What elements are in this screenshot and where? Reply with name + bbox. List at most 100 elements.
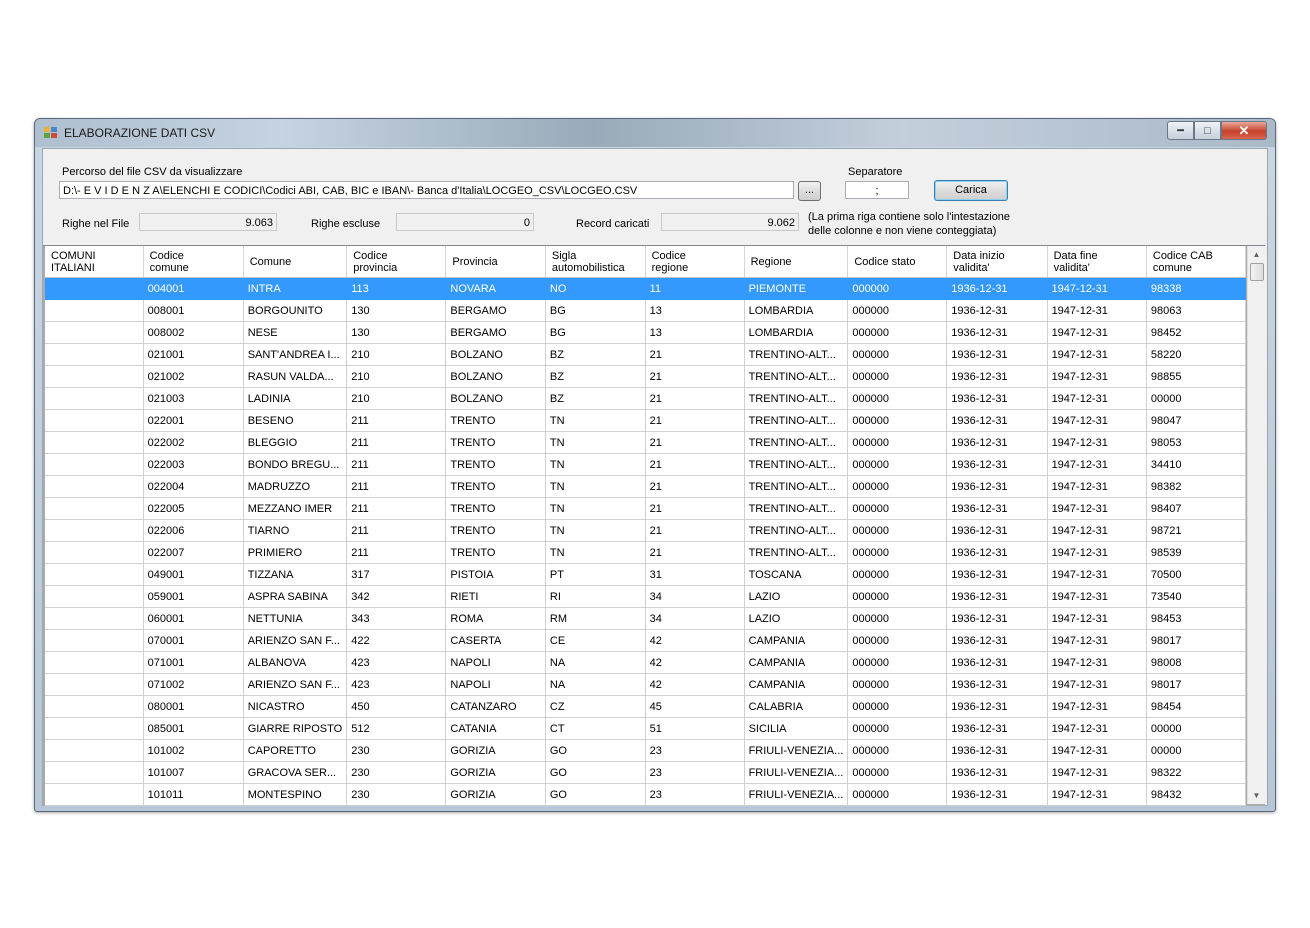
row-header[interactable]: [45, 541, 144, 564]
vertical-scrollbar[interactable]: ▲ ▼: [1247, 246, 1265, 804]
table-cell[interactable]: ARIENZO SAN F...: [243, 629, 348, 652]
row-header[interactable]: [45, 299, 144, 322]
table-cell[interactable]: 000000: [847, 695, 948, 718]
table-cell[interactable]: GORIZIA: [445, 761, 546, 784]
table-cell[interactable]: 1936-12-31: [946, 387, 1048, 410]
table-cell[interactable]: 98338: [1146, 277, 1246, 300]
table-cell[interactable]: 1936-12-31: [946, 585, 1048, 608]
table-cell[interactable]: 1947-12-31: [1047, 519, 1147, 542]
table-cell[interactable]: GORIZIA: [445, 783, 546, 806]
table-cell[interactable]: 000000: [847, 783, 948, 806]
table-cell[interactable]: 000000: [847, 761, 948, 784]
table-cell[interactable]: BZ: [545, 387, 646, 410]
table-cell[interactable]: 1936-12-31: [946, 761, 1048, 784]
column-header[interactable]: Data fine validita': [1047, 246, 1147, 278]
table-cell[interactable]: TN: [545, 497, 646, 520]
table-row[interactable]: 071002 ARIENZO SAN F... 423 NAPOLI NA 42 CAMPA…: [45, 673, 1246, 696]
table-cell[interactable]: 000000: [847, 343, 948, 366]
table-cell[interactable]: 73540: [1146, 585, 1246, 608]
table-cell[interactable]: TN: [545, 453, 646, 476]
column-header[interactable]: Provincia: [445, 246, 546, 278]
table-cell[interactable]: 98017: [1146, 673, 1246, 696]
table-cell[interactable]: NAPOLI: [445, 673, 546, 696]
table-cell[interactable]: 1936-12-31: [946, 277, 1048, 300]
table-cell[interactable]: 1936-12-31: [946, 321, 1048, 344]
table-cell[interactable]: BOLZANO: [445, 365, 546, 388]
table-cell[interactable]: 022006: [143, 519, 244, 542]
table-cell[interactable]: TRENTINO-ALT...: [744, 519, 849, 542]
table-cell[interactable]: 98855: [1146, 365, 1246, 388]
table-row[interactable]: 071001 ALBANOVA 423 NAPOLI NA 42 CAMPANIA 00000…: [45, 651, 1246, 674]
table-cell[interactable]: RI: [545, 585, 646, 608]
table-cell[interactable]: 00000: [1146, 717, 1246, 740]
table-cell[interactable]: TN: [545, 409, 646, 432]
table-cell[interactable]: 1947-12-31: [1047, 585, 1147, 608]
table-row[interactable]: 070001 ARIENZO SAN F... 422 CASERTA CE 42 CAMP…: [45, 629, 1246, 652]
table-cell[interactable]: BZ: [545, 365, 646, 388]
table-cell[interactable]: 021002: [143, 365, 244, 388]
column-header[interactable]: Sigla automobilistica: [545, 246, 646, 278]
table-cell[interactable]: 211: [346, 541, 447, 564]
column-header[interactable]: Codice CAB comune: [1146, 246, 1246, 278]
table-cell[interactable]: 21: [645, 409, 745, 432]
table-cell[interactable]: TRENTO: [445, 431, 546, 454]
table-cell[interactable]: 98322: [1146, 761, 1246, 784]
table-cell[interactable]: 000000: [847, 585, 948, 608]
column-header[interactable]: Regione: [744, 246, 849, 278]
table-cell[interactable]: 45: [645, 695, 745, 718]
table-cell[interactable]: 071001: [143, 651, 244, 674]
table-cell[interactable]: CAPORETTO: [243, 739, 348, 762]
table-cell[interactable]: 98539: [1146, 541, 1246, 564]
table-cell[interactable]: 00000: [1146, 387, 1246, 410]
table-cell[interactable]: 98053: [1146, 431, 1246, 454]
table-cell[interactable]: INTRA: [243, 277, 348, 300]
table-row[interactable]: 022005 MEZZANO IMER 211 TRENTO TN 21 TRENTINO-…: [45, 497, 1246, 520]
table-cell[interactable]: BG: [545, 299, 646, 322]
table-cell[interactable]: 1936-12-31: [946, 299, 1048, 322]
table-cell[interactable]: TRENTINO-ALT...: [744, 343, 849, 366]
row-header[interactable]: [45, 497, 144, 520]
table-cell[interactable]: 11: [645, 277, 745, 300]
table-cell[interactable]: BORGOUNITO: [243, 299, 348, 322]
table-cell[interactable]: BONDO BREGU...: [243, 453, 348, 476]
table-cell[interactable]: 101007: [143, 761, 244, 784]
table-cell[interactable]: 21: [645, 497, 745, 520]
table-cell[interactable]: TN: [545, 431, 646, 454]
row-header[interactable]: [45, 343, 144, 366]
table-cell[interactable]: 21: [645, 453, 745, 476]
table-cell[interactable]: SANT'ANDREA I...: [243, 343, 348, 366]
table-cell[interactable]: 101002: [143, 739, 244, 762]
table-cell[interactable]: LOMBARDIA: [744, 321, 849, 344]
table-cell[interactable]: 000000: [847, 387, 948, 410]
table-cell[interactable]: GRACOVA SER...: [243, 761, 348, 784]
table-cell[interactable]: 1947-12-31: [1047, 541, 1147, 564]
column-header[interactable]: Codice comune: [143, 246, 244, 278]
table-cell[interactable]: 000000: [847, 651, 948, 674]
separator-input[interactable]: ;: [845, 181, 909, 199]
table-cell[interactable]: TRENTO: [445, 497, 546, 520]
table-cell[interactable]: TIZZANA: [243, 563, 348, 586]
table-cell[interactable]: RIETI: [445, 585, 546, 608]
table-cell[interactable]: 1936-12-31: [946, 409, 1048, 432]
table-cell[interactable]: 049001: [143, 563, 244, 586]
table-cell[interactable]: 450: [346, 695, 447, 718]
table-cell[interactable]: PIEMONTE: [744, 277, 849, 300]
row-header[interactable]: [45, 453, 144, 476]
table-cell[interactable]: 000000: [847, 321, 948, 344]
table-cell[interactable]: 1936-12-31: [946, 453, 1048, 476]
table-row[interactable]: 004001 INTRA 113 NOVARA NO 11 PIEMONTE 000000 19…: [45, 277, 1246, 300]
table-cell[interactable]: 98432: [1146, 783, 1246, 806]
table-cell[interactable]: CATANZARO: [445, 695, 546, 718]
table-cell[interactable]: 21: [645, 343, 745, 366]
table-cell[interactable]: MEZZANO IMER: [243, 497, 348, 520]
table-cell[interactable]: PRIMIERO: [243, 541, 348, 564]
table-cell[interactable]: PISTOIA: [445, 563, 546, 586]
table-cell[interactable]: 21: [645, 365, 745, 388]
table-cell[interactable]: 230: [346, 783, 447, 806]
table-cell[interactable]: LADINIA: [243, 387, 348, 410]
table-cell[interactable]: BERGAMO: [445, 299, 546, 322]
table-cell[interactable]: 1936-12-31: [946, 695, 1048, 718]
table-cell[interactable]: 1947-12-31: [1047, 629, 1147, 652]
scroll-down-icon[interactable]: ▼: [1248, 787, 1265, 804]
table-cell[interactable]: ALBANOVA: [243, 651, 348, 674]
